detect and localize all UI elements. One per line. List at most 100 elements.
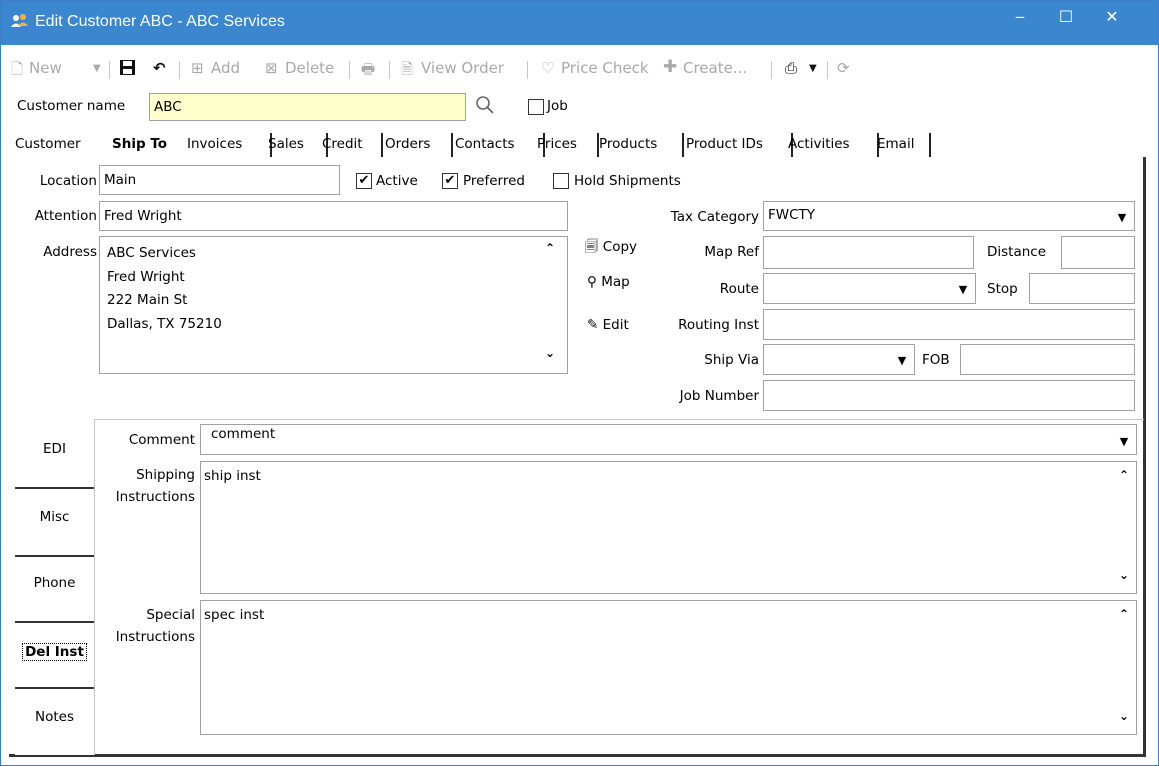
tab-activities[interactable]: Activities xyxy=(786,133,879,157)
view-order-button[interactable]: View Order xyxy=(421,59,504,77)
new-dropdown-icon[interactable]: ▼ xyxy=(93,63,101,74)
chevron-down-icon[interactable]: ▼ xyxy=(1116,435,1132,448)
routing-inst-input[interactable] xyxy=(763,309,1135,340)
price-check-icon: ♡ xyxy=(541,59,555,77)
scroll-up-icon[interactable]: ⌃ xyxy=(1116,468,1132,482)
route-label: Route xyxy=(719,281,759,297)
ship-via-select[interactable] xyxy=(763,344,915,375)
tab-product-ids[interactable]: Product IDs xyxy=(684,133,793,157)
close-button[interactable]: ✕ xyxy=(1089,1,1135,35)
tab-invoices[interactable]: Invoices xyxy=(183,133,272,157)
copy-button[interactable]: 🗐 Copy xyxy=(585,237,637,260)
special-instructions-label-2: Instructions xyxy=(115,629,195,645)
search-icon[interactable] xyxy=(475,95,495,120)
attachment-icon[interactable]: ⎙ xyxy=(785,59,797,77)
toolbar-separator xyxy=(389,61,390,79)
map-pin-icon: ⚲ xyxy=(587,274,597,290)
shipping-instructions-label-1: Shipping xyxy=(136,467,195,483)
tab-orders[interactable]: Orders xyxy=(383,133,453,157)
tab-ship-to[interactable]: Ship To xyxy=(112,133,192,157)
special-instructions-textarea[interactable]: spec inst xyxy=(200,600,1137,735)
scroll-up-icon[interactable]: ⌃ xyxy=(1116,607,1132,621)
print-icon[interactable]: 🖶 xyxy=(361,59,375,84)
tax-category-select[interactable]: FWCTY xyxy=(763,201,1135,231)
job-label: Job xyxy=(547,98,568,114)
tab-email[interactable]: Email xyxy=(875,133,931,157)
comment-select[interactable]: comment xyxy=(200,424,1137,455)
address-line: Fred Wright xyxy=(107,268,185,285)
stop-label: Stop xyxy=(987,281,1018,297)
toolbar-separator xyxy=(349,61,350,79)
side-tab-phone[interactable]: Phone xyxy=(15,557,94,623)
scroll-down-icon[interactable]: ⌄ xyxy=(542,346,558,360)
customer-name-input[interactable]: ABC xyxy=(149,93,466,121)
side-tab-label: EDI xyxy=(43,441,66,457)
view-order-icon: 🗎 xyxy=(401,60,414,78)
tab-prices[interactable]: Prices xyxy=(535,133,599,157)
active-label: Active xyxy=(376,173,418,189)
distance-input[interactable] xyxy=(1061,236,1135,269)
route-select[interactable] xyxy=(763,273,976,304)
toolbar-separator xyxy=(827,61,828,79)
tab-contacts[interactable]: Contacts xyxy=(453,133,545,157)
scroll-down-icon[interactable]: ⌄ xyxy=(1116,709,1132,723)
tab-customer[interactable]: Customer xyxy=(15,133,98,157)
distance-label: Distance xyxy=(987,244,1047,260)
refresh-icon[interactable]: ⟳ xyxy=(837,59,850,77)
attachment-dropdown-icon[interactable]: ▼ xyxy=(809,63,817,74)
undo-icon[interactable]: ↶ xyxy=(153,59,166,77)
side-tab-misc[interactable]: Misc xyxy=(15,491,94,557)
title-bar: Edit Customer ABC - ABC Services ‒ ☐ ✕ xyxy=(1,1,1158,45)
chevron-down-icon[interactable]: ▼ xyxy=(955,283,971,296)
toolbar-separator xyxy=(179,61,180,79)
preferred-checkbox[interactable]: ✔ xyxy=(442,173,458,189)
edit-button[interactable]: ✎ Edit xyxy=(587,317,629,333)
shipping-instructions-textarea[interactable]: ship inst xyxy=(200,461,1137,594)
copy-icon: 🗐 xyxy=(585,239,599,255)
new-doc-icon: 🗋 xyxy=(11,60,24,78)
edit-label: Edit xyxy=(602,317,629,333)
hold-shipments-checkbox[interactable] xyxy=(553,173,569,189)
create-button[interactable]: Create... xyxy=(683,59,747,77)
delete-button[interactable]: Delete xyxy=(285,59,334,77)
fob-input[interactable] xyxy=(960,344,1135,375)
address-label: Address xyxy=(43,244,97,260)
routing-inst-label: Routing Inst xyxy=(678,317,759,333)
new-button[interactable]: New xyxy=(29,59,62,77)
map-ref-label: Map Ref xyxy=(704,244,759,260)
side-tab-del-inst[interactable]: Del Inst xyxy=(15,623,94,689)
scroll-up-icon[interactable]: ⌃ xyxy=(542,241,558,255)
toolbar-separator xyxy=(527,61,528,79)
location-label: Location xyxy=(39,173,97,189)
job-number-input[interactable] xyxy=(763,380,1135,411)
address-line: ABC Services xyxy=(107,245,196,261)
map-ref-input[interactable] xyxy=(763,236,974,269)
attention-label: Attention xyxy=(34,208,97,224)
maximize-button[interactable]: ☐ xyxy=(1043,1,1089,35)
active-checkbox[interactable]: ✔ xyxy=(356,173,372,189)
minimize-button[interactable]: ‒ xyxy=(997,1,1043,35)
shipping-instructions-label-2: Instructions xyxy=(115,489,195,505)
copy-label: Copy xyxy=(602,239,638,255)
price-check-button[interactable]: Price Check xyxy=(561,59,649,77)
stop-input[interactable] xyxy=(1029,273,1135,304)
chevron-down-icon[interactable]: ▼ xyxy=(894,354,910,367)
tab-credit[interactable]: Credit xyxy=(320,133,383,157)
comment-label: Comment xyxy=(128,432,195,448)
side-tab-edi[interactable]: EDI xyxy=(15,423,94,489)
attention-input[interactable]: Fred Wright xyxy=(99,201,568,231)
save-icon[interactable] xyxy=(119,59,136,80)
scroll-down-icon[interactable]: ⌄ xyxy=(1116,568,1132,582)
map-button[interactable]: ⚲ Map xyxy=(587,274,630,290)
ship-via-label: Ship Via xyxy=(704,352,759,368)
tab-sales[interactable]: Sales xyxy=(265,133,328,157)
chevron-down-icon[interactable]: ▼ xyxy=(1114,211,1130,224)
location-input[interactable]: Main xyxy=(99,165,340,195)
side-tab-notes[interactable]: Notes xyxy=(15,691,94,757)
tab-products[interactable]: Products xyxy=(597,133,684,157)
address-line: Dallas, TX 75210 xyxy=(107,315,222,332)
toolbar-separator xyxy=(109,61,110,79)
add-button[interactable]: Add xyxy=(211,59,240,77)
job-checkbox[interactable] xyxy=(528,99,544,115)
address-textarea[interactable]: ABC Services Fred Wright 222 Main St Dal… xyxy=(99,236,568,374)
